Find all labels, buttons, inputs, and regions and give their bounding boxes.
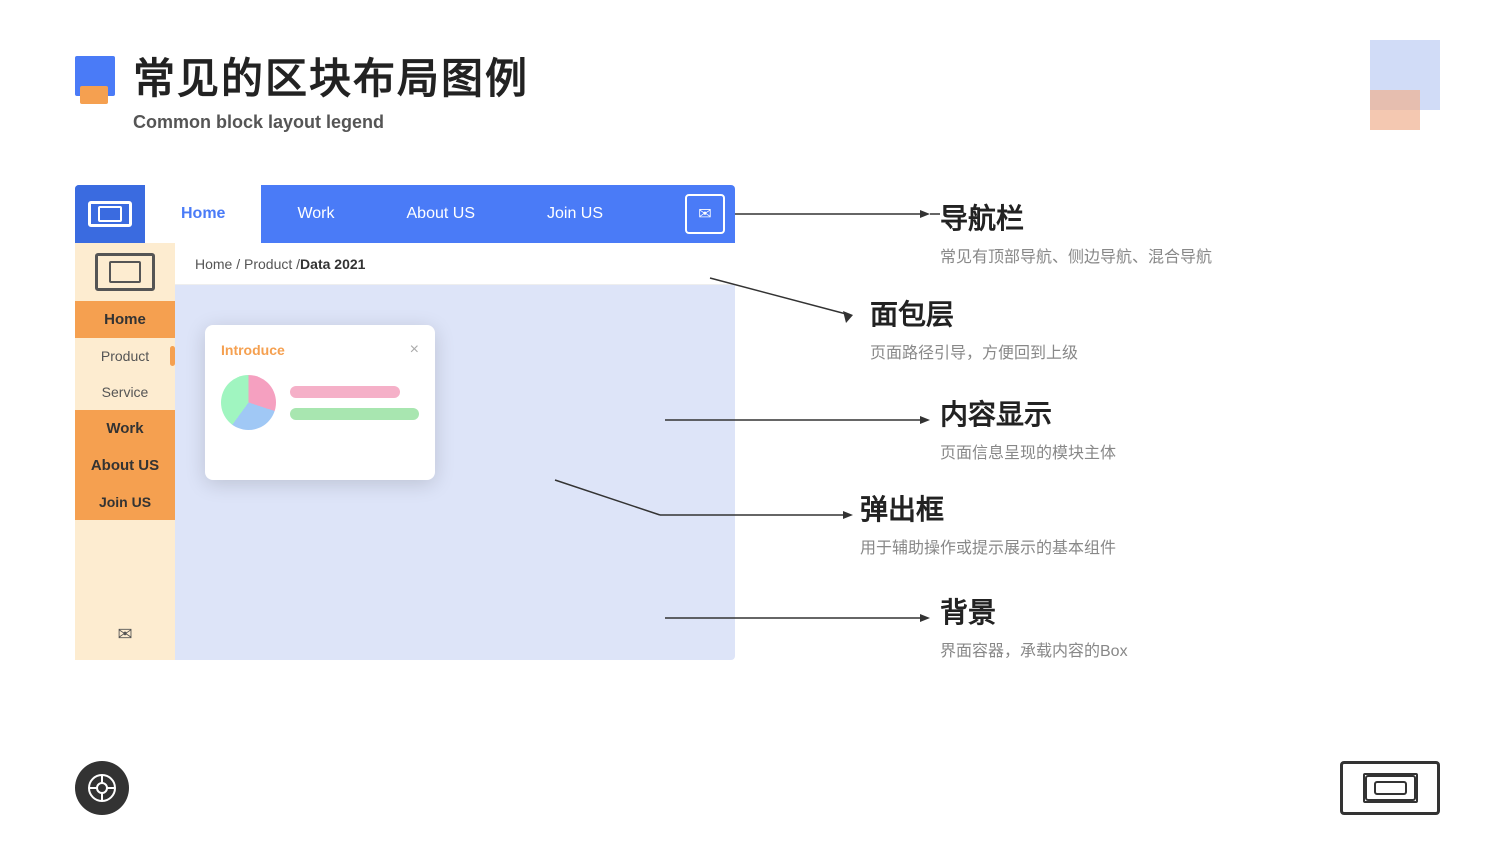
sidebar-item-work[interactable]: Work bbox=[75, 410, 175, 447]
breadcrumb-bar: Home / Product / Data 2021 bbox=[175, 243, 735, 285]
page-subtitle: Common block layout legend bbox=[133, 112, 529, 133]
modal-bar-pink bbox=[290, 386, 400, 398]
navbar-item-home[interactable]: Home bbox=[145, 185, 261, 243]
sidebar-item-home[interactable]: Home bbox=[75, 301, 175, 338]
modal-chart-circle bbox=[221, 375, 276, 430]
ann-navbar-title: 导航栏 bbox=[940, 197, 1212, 237]
annotation-breadcrumb: 面包层 页面路径引导，方便回到上级 bbox=[870, 293, 1078, 363]
modal-bars bbox=[290, 386, 419, 420]
navbar-item-work[interactable]: Work bbox=[261, 185, 370, 243]
navbar-email-icon[interactable]: ✉ bbox=[685, 194, 725, 234]
main-title: 常见的区块布局图例 bbox=[133, 45, 529, 106]
annotation-navbar: 导航栏 常见有顶部导航、侧边导航、混合导航 bbox=[940, 197, 1212, 267]
title-icon bbox=[75, 56, 115, 96]
bottom-logo-right bbox=[1340, 761, 1440, 815]
navbar-mockup: Home Work About US Join US ✉ bbox=[75, 185, 735, 243]
modal-popup[interactable]: Introduce × bbox=[205, 325, 435, 480]
modal-header: Introduce × bbox=[221, 341, 419, 359]
logo-inner-box bbox=[1363, 773, 1418, 803]
annotation-background: 背景 界面容器，承载内容的Box bbox=[940, 591, 1128, 661]
sidebar-item-joinus[interactable]: Join US bbox=[75, 484, 175, 520]
ann-content-desc: 页面信息呈现的模块主体 bbox=[940, 439, 1116, 463]
modal-bar-green bbox=[290, 408, 419, 420]
content-area: Home / Product / Data 2021 Introduce × bbox=[175, 243, 735, 660]
sidebar-mockup: Home Product Service Work About US Join … bbox=[75, 243, 175, 660]
ann-modal-desc: 用于辅助操作或提示展示的基本组件 bbox=[860, 534, 1116, 558]
modal-close-button[interactable]: × bbox=[410, 341, 419, 359]
ann-navbar-desc: 常见有顶部导航、侧边导航、混合导航 bbox=[940, 243, 1212, 267]
diagram-area: Home Work About US Join US ✉ Home Produc… bbox=[75, 185, 735, 660]
bottom-logo-left bbox=[75, 761, 129, 815]
navbar-logo bbox=[75, 185, 145, 243]
sidebar-logo bbox=[95, 253, 155, 291]
modal-title: Introduce bbox=[221, 342, 285, 358]
navbar-item-joinus[interactable]: Join US bbox=[511, 185, 639, 243]
title-row: 常见的区块布局图例 bbox=[75, 45, 529, 106]
logo-circle-icon bbox=[86, 772, 118, 804]
sidebar-item-aboutus[interactable]: About US bbox=[75, 447, 175, 484]
sidebar-item-service[interactable]: Service bbox=[75, 374, 175, 410]
annotation-modal: 弹出框 用于辅助操作或提示展示的基本组件 bbox=[860, 488, 1116, 558]
ann-breadcrumb-title: 面包层 bbox=[870, 293, 1078, 333]
bottom-logo-icon bbox=[1365, 775, 1416, 801]
deco-top-right bbox=[1350, 40, 1440, 130]
deco-orange-square bbox=[1370, 90, 1420, 130]
ann-modal-title: 弹出框 bbox=[860, 488, 1116, 528]
ann-breadcrumb-desc: 页面路径引导，方便回到上级 bbox=[870, 339, 1078, 363]
content-main: Introduce × bbox=[175, 285, 735, 660]
modal-body bbox=[221, 375, 419, 430]
page-title-area: 常见的区块布局图例 Common block layout legend bbox=[75, 45, 529, 133]
ann-background-desc: 界面容器，承载内容的Box bbox=[940, 637, 1128, 661]
breadcrumb-text: Home / Product / bbox=[195, 256, 300, 272]
sidebar-item-product[interactable]: Product bbox=[75, 338, 175, 374]
ann-content-title: 内容显示 bbox=[940, 393, 1116, 433]
ann-background-title: 背景 bbox=[940, 591, 1128, 631]
sidebar-email-icon[interactable]: ✉ bbox=[75, 609, 175, 660]
navbar-items: Home Work About US Join US bbox=[145, 185, 685, 243]
navbar-item-aboutus[interactable]: About US bbox=[371, 185, 511, 243]
annotation-content: 内容显示 页面信息呈现的模块主体 bbox=[940, 393, 1116, 463]
logo-icon bbox=[88, 201, 132, 227]
breadcrumb-bold: Data 2021 bbox=[300, 256, 365, 272]
